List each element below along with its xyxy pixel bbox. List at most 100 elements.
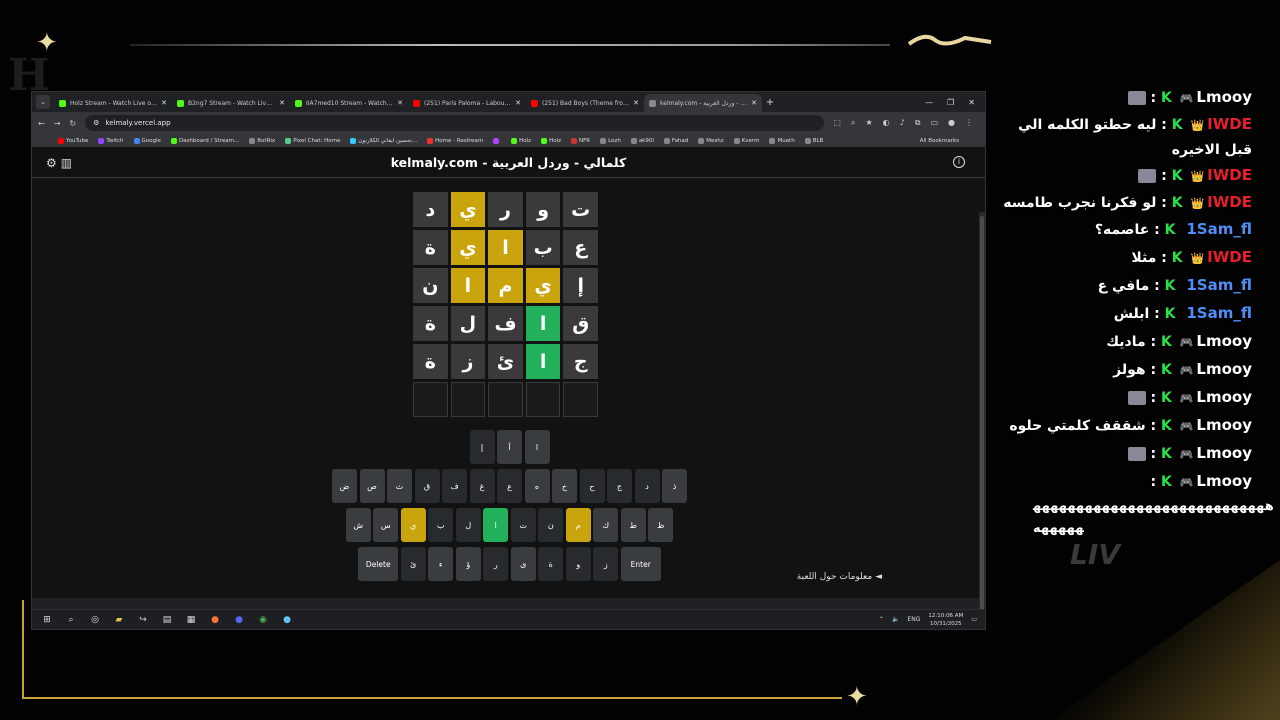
sidepanel-icon[interactable]: ▭ <box>930 118 938 128</box>
key-button[interactable]: ي <box>400 508 426 542</box>
tab-close-icon[interactable]: ✕ <box>279 99 285 107</box>
key-button[interactable]: ئ <box>400 547 426 581</box>
bookmark-star-icon[interactable]: ★ <box>865 118 872 128</box>
browser-tab[interactable]: (251) Paris Paloma - Labour - YouTube ✕ <box>408 94 526 112</box>
chat-username[interactable]: 1Sam_fl <box>1186 276 1252 294</box>
scrollbar[interactable] <box>979 212 985 629</box>
notification-icon[interactable]: ▭ <box>971 616 977 623</box>
media-icon[interactable]: ♪ <box>900 118 905 128</box>
tab-close-icon[interactable]: ✕ <box>161 99 167 107</box>
chat-username[interactable]: IWDE <box>1207 193 1252 211</box>
bookmark-item[interactable]: NFR <box>570 137 590 144</box>
tab-close-icon[interactable]: ✕ <box>751 99 757 107</box>
chat-username[interactable]: Lmooy <box>1196 472 1252 490</box>
tab-search-button[interactable]: ⌄ <box>36 95 50 109</box>
chat-username[interactable]: IWDE <box>1207 115 1252 133</box>
key-button[interactable]: م <box>565 508 591 542</box>
app-icon[interactable]: ↪ <box>136 615 150 625</box>
key-button[interactable]: ا <box>524 430 550 464</box>
bookmark-item[interactable]: Kverm <box>733 137 759 144</box>
key-button[interactable]: س <box>373 508 399 542</box>
key-button[interactable]: ض <box>332 469 357 503</box>
key-button[interactable]: ى <box>510 547 536 581</box>
chat-username[interactable]: Lmooy <box>1196 332 1252 350</box>
key-button[interactable]: ه <box>524 469 550 503</box>
app-icon[interactable]: ▦ <box>184 615 198 625</box>
menu-icon[interactable]: ⋮ <box>965 118 973 128</box>
bookmark-item[interactable] <box>493 137 501 144</box>
site-info-icon[interactable]: ⚙ <box>93 119 99 127</box>
key-button[interactable]: Delete <box>358 547 399 581</box>
discord-icon[interactable]: ● <box>232 615 246 625</box>
key-button[interactable]: ز <box>593 547 619 581</box>
chat-username[interactable]: Lmooy <box>1196 388 1252 406</box>
windows-start-icon[interactable]: ⊞ <box>40 615 54 625</box>
maximize-icon[interactable]: ❐ <box>947 98 954 107</box>
key-button[interactable]: ؤ <box>455 547 481 581</box>
new-tab-button[interactable]: + <box>762 97 778 108</box>
reload-icon[interactable]: ↻ <box>69 119 76 128</box>
chat-username[interactable]: Lmooy <box>1196 416 1252 434</box>
clock[interactable]: 12:10:06 AM 10/31/2025 <box>928 612 963 628</box>
search-icon[interactable]: ⌕ <box>64 615 78 625</box>
key-button[interactable]: غ <box>469 469 495 503</box>
key-button[interactable]: ل <box>455 508 481 542</box>
profile-icon[interactable]: ● <box>948 118 955 128</box>
bookmark-item[interactable]: Lozh <box>600 137 621 144</box>
bookmark-item[interactable]: Holz <box>541 137 561 144</box>
tab-close-icon[interactable]: ✕ <box>633 99 639 107</box>
key-button[interactable]: خ <box>552 469 577 503</box>
key-button[interactable]: ا <box>483 508 509 542</box>
key-button[interactable]: ش <box>345 508 371 542</box>
bookmark-item[interactable]: BotRix <box>249 137 275 144</box>
key-button[interactable]: ع <box>497 469 522 503</box>
key-button[interactable]: آ <box>497 430 522 464</box>
chat-username[interactable]: IWDE <box>1207 166 1252 184</box>
key-button[interactable]: ح <box>579 469 605 503</box>
info-icon[interactable]: i <box>953 156 965 168</box>
chat-username[interactable]: 1Sam_fl <box>1186 304 1252 322</box>
chat-username[interactable]: Lmooy <box>1196 360 1252 378</box>
app-icon[interactable]: ◎ <box>88 615 102 625</box>
key-button[interactable]: إ <box>469 430 495 464</box>
bookmark-item[interactable]: تحسين ايقاني الكلارنون... <box>350 137 417 144</box>
browser-tab[interactable]: IIA7med10 Stream - Watch Live on Kick ✕ <box>290 94 408 112</box>
minimize-icon[interactable]: — <box>925 98 933 107</box>
bookmark-item[interactable]: Fahad <box>663 137 688 144</box>
bookmark-item[interactable]: Holz <box>511 137 531 144</box>
key-button[interactable]: ء <box>428 547 454 581</box>
bookmark-item[interactable]: Dashboard / Stream... <box>170 137 239 144</box>
tray-arrow-icon[interactable]: ⌃ <box>879 616 884 623</box>
tab-close-icon[interactable]: ✕ <box>397 99 403 107</box>
install-icon[interactable]: ⬚ <box>833 118 841 128</box>
all-bookmarks[interactable]: All Bookmarks <box>920 138 959 144</box>
bookmark-item[interactable]: Home - Restream <box>427 137 483 144</box>
volume-icon[interactable]: 🔈 <box>892 616 899 623</box>
language-indicator[interactable]: ENG <box>907 616 920 623</box>
bookmark-item[interactable]: BLB <box>804 137 823 144</box>
browser-tab[interactable]: (251) Bad Boys (Theme from Cops) ✕ <box>526 94 644 112</box>
key-button[interactable]: ة <box>538 547 564 581</box>
chrome-icon[interactable]: ◉ <box>256 615 270 625</box>
url-field[interactable]: ⚙ kelmaly.vercel.app <box>85 115 825 131</box>
key-button[interactable]: Enter <box>620 547 661 581</box>
chat-username[interactable]: IWDE <box>1207 248 1252 266</box>
key-button[interactable]: ث <box>387 469 412 503</box>
steam-icon[interactable]: ● <box>280 615 294 625</box>
extension-icon[interactable]: ◐ <box>883 118 890 128</box>
browser-tab[interactable]: Holz Stream - Watch Live on Kick ✕ <box>54 94 172 112</box>
back-icon[interactable]: ← <box>38 119 45 128</box>
key-button[interactable]: ت <box>510 508 536 542</box>
bookmark-item[interactable]: YouTube <box>58 137 88 144</box>
key-button[interactable]: ظ <box>648 508 674 542</box>
stats-icon[interactable]: ▥ <box>61 156 72 170</box>
key-button[interactable]: ف <box>442 469 467 503</box>
bookmark-item[interactable]: Muath <box>769 137 795 144</box>
settings-icon[interactable]: ⚙ <box>46 156 57 170</box>
browser-tab[interactable]: kelmaly.com - كلمالي - وردل العربية✕ <box>644 94 762 112</box>
browser-tab[interactable]: B2ng7 Stream - Watch Live on Kick✕ <box>172 94 290 112</box>
chat-username[interactable]: Lmooy <box>1196 444 1252 462</box>
key-button[interactable]: ك <box>593 508 619 542</box>
key-button[interactable]: ن <box>538 508 564 542</box>
key-button[interactable]: ذ <box>662 469 687 503</box>
